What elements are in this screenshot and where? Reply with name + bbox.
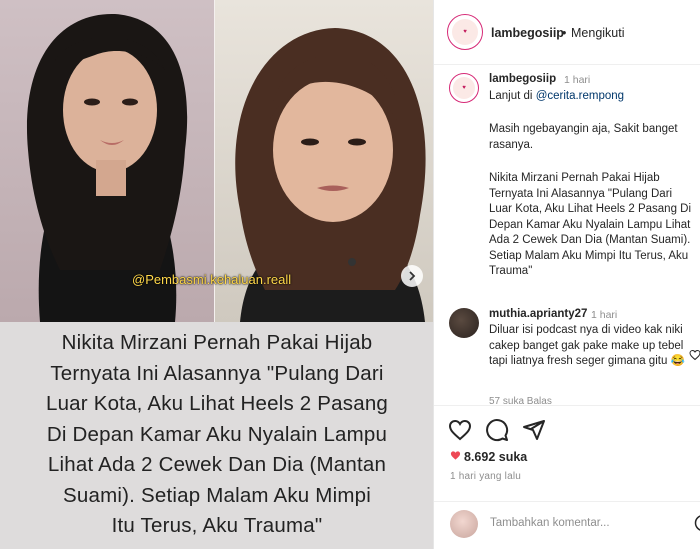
avatar[interactable]: ♥: [447, 14, 483, 50]
comments-scroll-area[interactable]: ♥ lambegosiip 1 hari Lanjut di @cerita.r…: [434, 65, 700, 405]
caption-line: Suami). Setiap Malam Aku Mimpi: [8, 481, 426, 512]
post-header: ♥ lambegosiip • Mengikuti: [434, 0, 700, 65]
caption-avatar[interactable]: ♥: [449, 73, 479, 103]
caption-paragraph: Nikita Mirzani Pernah Pakai Hijab Ternya…: [489, 171, 694, 280]
caption-username[interactable]: lambegosiip: [489, 73, 556, 85]
post-time: 1 hari yang lalu: [450, 471, 521, 482]
follow-status-button[interactable]: Mengikuti: [571, 26, 625, 40]
likes-heart-icon: [450, 450, 461, 464]
heart-icon[interactable]: [448, 418, 472, 442]
instagram-post: @Pembasmi.kehaluan.reall Nikita Mirzani …: [0, 0, 700, 549]
caption-line: Itu Terus, Aku Trauma": [8, 511, 426, 542]
caption-line: Ternyata Ini Alasannya "Pulang Dari: [8, 359, 426, 390]
post-actions: 8.692 suka 1 hari yang lalu Tambahkan ko…: [434, 405, 700, 550]
comment-meta[interactable]: 57 suka Balas: [489, 396, 552, 405]
current-user-avatar: [450, 510, 478, 538]
likes-label: 8.692 suka: [464, 450, 527, 464]
likes-count[interactable]: 8.692 suka: [450, 450, 527, 464]
post-side-panel: ♥ lambegosiip • Mengikuti ♥ lambegosiip …: [433, 0, 700, 549]
comment-time: 1 hari: [591, 309, 617, 321]
separator-dot: •: [562, 26, 566, 40]
chevron-right-icon: [407, 271, 417, 281]
caption-line1: Lanjut di @cerita.rempong: [489, 90, 624, 102]
caption-line: Lihat Ada 2 Cewek Dan Dia (Mantan: [8, 450, 426, 481]
emoji-icon[interactable]: [694, 514, 700, 532]
caption-line: Nikita Mirzani Pernah Pakai Hijab: [8, 328, 426, 359]
post-media: @Pembasmi.kehaluan.reall Nikita Mirzani …: [0, 0, 433, 549]
comment-input[interactable]: Tambahkan komentar...: [490, 517, 610, 529]
caption-paragraph: Masih ngebayangin aja, Sakit banget rasa…: [489, 122, 694, 153]
watermark: @Pembasmi.kehaluan.reall: [132, 272, 291, 287]
caption-time: 1 hari: [564, 74, 590, 86]
comment-text: Diluar isi podcast nya di video kak niki…: [489, 323, 689, 370]
comment-icon[interactable]: [485, 418, 509, 442]
header-username[interactable]: lambegosiip: [491, 26, 564, 40]
add-comment-bar: Tambahkan komentar...: [434, 501, 700, 551]
caption-line: Luar Kota, Aku Lihat Heels 2 Pasang: [8, 389, 426, 420]
mention-link[interactable]: @cerita.rempong: [536, 90, 624, 102]
image-caption-box: Nikita Mirzani Pernah Pakai Hijab Ternya…: [0, 322, 433, 549]
heart-icon[interactable]: [689, 349, 700, 361]
caption-line: Di Depan Kamar Aku Nyalain Lampu: [8, 420, 426, 451]
next-slide-button[interactable]: [401, 265, 423, 287]
share-icon[interactable]: [522, 418, 546, 442]
caption-prefix: Lanjut di: [489, 90, 536, 102]
image-caption: Nikita Mirzani Pernah Pakai Hijab Ternya…: [8, 328, 426, 542]
comment-avatar[interactable]: [449, 308, 479, 338]
avatar-logo-icon: ♥: [452, 19, 479, 46]
comment-username[interactable]: muthia.aprianty27: [489, 308, 587, 320]
avatar-logo-icon: ♥: [453, 77, 475, 99]
